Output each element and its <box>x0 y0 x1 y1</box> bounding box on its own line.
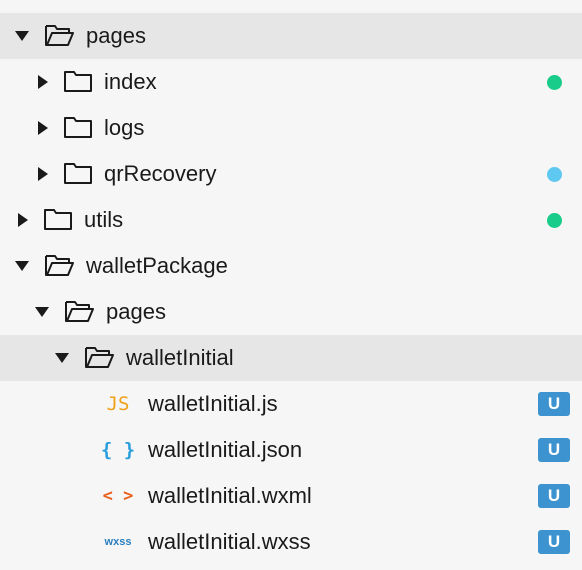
untracked-badge: U <box>538 392 570 416</box>
folder-icon <box>44 209 72 230</box>
chevron-down-icon[interactable] <box>15 261 29 271</box>
tree-item-walletinitial[interactable]: walletInitial <box>0 335 582 381</box>
tree-item-index[interactable]: index <box>0 59 582 105</box>
tree-item-walletpackage[interactable]: walletPackage <box>0 243 582 289</box>
status-dot-added <box>547 167 562 182</box>
tree-item-label: walletInitial.wxml <box>148 483 312 508</box>
chevron-down-icon[interactable] <box>35 307 49 317</box>
tree-item-file-js[interactable]: JS walletInitial.js U <box>0 381 582 427</box>
chevron-right-icon[interactable] <box>38 121 48 135</box>
chevron-down-icon[interactable] <box>55 353 69 363</box>
tree-item-label: walletInitial.json <box>148 437 303 462</box>
tree-item-label: logs <box>104 115 145 140</box>
status-dot-modified <box>547 75 562 90</box>
chevron-right-icon[interactable] <box>18 213 28 227</box>
tree-item-label: pages <box>106 299 166 324</box>
folder-icon <box>64 117 92 138</box>
file-explorer-tree: pages index logs qrRecovery utils wallet… <box>0 0 582 570</box>
tree-item-label: index <box>104 69 157 94</box>
tree-item-label: walletInitial <box>126 345 234 370</box>
folder-open-icon <box>65 301 94 322</box>
folder-open-icon <box>45 255 74 276</box>
folder-open-icon <box>45 25 74 46</box>
status-dot-modified <box>547 213 562 228</box>
untracked-badge: U <box>538 484 570 508</box>
chevron-right-icon[interactable] <box>38 75 48 89</box>
tree-item-qrrecovery[interactable]: qrRecovery <box>0 151 582 197</box>
tree-item-pages[interactable]: pages <box>0 13 582 59</box>
js-file-icon: JS <box>106 393 130 415</box>
tree-item-logs[interactable]: logs <box>0 105 582 151</box>
tree-item-utils[interactable]: utils <box>0 197 582 243</box>
untracked-badge: U <box>538 530 570 554</box>
wxss-file-icon: wxss <box>104 536 132 548</box>
tree-item-label: qrRecovery <box>104 161 217 186</box>
tree-item-file-json[interactable]: { } walletInitial.json U <box>0 427 582 473</box>
folder-icon <box>64 71 92 92</box>
chevron-right-icon[interactable] <box>38 167 48 181</box>
wxml-file-icon: < > <box>102 486 134 506</box>
tree-item-file-wxss[interactable]: wxss walletInitial.wxss U <box>0 519 582 565</box>
tree-item-label: walletInitial.js <box>148 391 278 416</box>
folder-open-icon <box>85 347 114 368</box>
chevron-down-icon[interactable] <box>15 31 29 41</box>
tree-item-label: walletPackage <box>86 253 228 278</box>
untracked-badge: U <box>538 438 570 462</box>
tree-item-label: pages <box>86 23 146 48</box>
tree-item-label: utils <box>84 207 124 232</box>
tree-item-file-wxml[interactable]: < > walletInitial.wxml U <box>0 473 582 519</box>
tree-item-walletpackage-pages[interactable]: pages <box>0 289 582 335</box>
folder-icon <box>64 163 92 184</box>
json-file-icon: { } <box>100 439 136 461</box>
tree-item-label: walletInitial.wxss <box>148 529 311 554</box>
